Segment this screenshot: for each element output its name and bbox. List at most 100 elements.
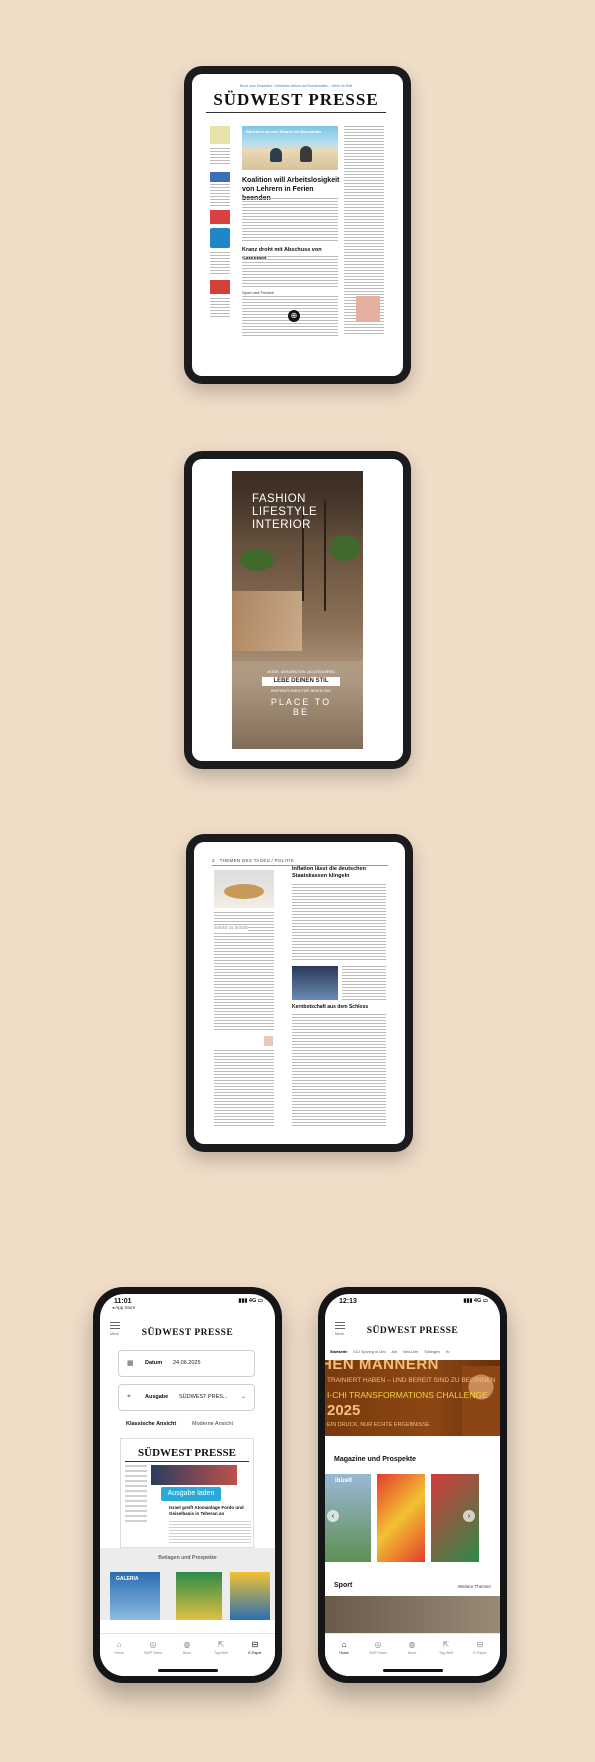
compass-icon: ⇱ — [217, 1640, 225, 1649]
photo-caption: Rückkehr an den Strand der Normandie — [246, 129, 322, 134]
view-modern-tab[interactable]: Moderne Ansicht — [192, 1421, 233, 1427]
tab-category[interactable]: Neu-Ulm — [403, 1350, 418, 1354]
video-icon: ◎ — [149, 1640, 157, 1649]
page-header: 2 · THEMEN DES TAGES / POLITIK — [212, 858, 295, 863]
tab-label: Neue — [182, 1651, 192, 1655]
date-value: 24.06.2025 — [173, 1360, 201, 1366]
news-icon: ◍ — [408, 1640, 416, 1649]
network-label: 4G — [248, 1298, 257, 1304]
ad-box — [210, 228, 230, 248]
video-icon: ◎ — [374, 1640, 382, 1649]
thumb-text — [169, 1521, 251, 1545]
zeppelin-photo — [214, 870, 274, 908]
ad-subline: INSPIRATIONEN FÜR JEDEN TAG — [270, 689, 332, 693]
edition-value: SÜDWEST PRES... — [179, 1394, 228, 1400]
tab-category[interactable]: Kr — [446, 1350, 450, 1354]
date-label: Datum — [145, 1360, 163, 1366]
ad-box — [210, 126, 230, 144]
tab-label: E-Paper — [473, 1651, 487, 1655]
newspaper-page[interactable]: 2 · THEMEN DES TAGES / POLITIK Schritt z… — [212, 858, 388, 1130]
calendar-icon: ▦ — [127, 1360, 134, 1367]
zoom-icon[interactable]: ⊕ — [288, 310, 300, 322]
beach-photo: Rückkehr an den Strand der Normandie — [242, 126, 338, 170]
tab-news[interactable]: ◍ Neue — [397, 1640, 427, 1655]
banner-line: EIN DRUCK, NUR ECHTE ERGEBNISSE — [327, 1422, 430, 1428]
tab-startseite[interactable]: Startseite — [330, 1350, 347, 1354]
masthead: SÜDWEST PRESSE — [213, 90, 379, 109]
text-block — [210, 184, 230, 206]
tab-tagwelt[interactable]: ⇱ Tag-Welt — [206, 1640, 236, 1655]
supplement-cover[interactable]: GALERIA — [110, 1572, 160, 1620]
book-icon: ⊟ — [251, 1640, 259, 1649]
edition-label: Ausgabe — [145, 1394, 169, 1400]
text-block — [210, 298, 230, 318]
tab-tagwelt[interactable]: ⇱ Tag-Welt — [431, 1640, 461, 1655]
tab-video[interactable]: ◎ SWP Video — [363, 1640, 393, 1655]
bottom-tab-bar: ⌂ Home ◎ SWP Video ◍ Neue ⇱ Tag-Welt ⊟ E-Pape… — [325, 1633, 500, 1676]
magazine-label: ibizelt — [335, 1478, 353, 1484]
tab-category[interactable]: ICU Sprzing in Ulm — [353, 1350, 385, 1354]
tab-video[interactable]: ◎ SWP Video — [138, 1640, 168, 1655]
tab-category[interactable]: Tübingen — [424, 1350, 440, 1354]
divider — [125, 1461, 249, 1462]
sport-image[interactable] — [325, 1596, 500, 1636]
chevron-right-icon[interactable]: › — [463, 1510, 475, 1522]
compass-icon: ⇱ — [442, 1640, 450, 1649]
ad-box — [210, 172, 230, 182]
tablet-epaper-frontpage: Rund ums Einkaufen: Gutschein-Aktion auf… — [184, 66, 411, 384]
phone-epaper-app: 11:01 ◂ App Store ▮▮▮ 4G ▭ Menü SÜDWEST … — [93, 1287, 282, 1683]
supplement-cover[interactable] — [176, 1572, 222, 1620]
phone-screen: 12:13 ▮▮▮ 4G ▭ Menü SÜDWEST PRESSE Start… — [325, 1294, 500, 1676]
portrait-photo — [292, 966, 338, 1000]
article-text — [342, 966, 386, 1000]
supplements-title: Beilagen und Prospekte — [158, 1555, 217, 1561]
home-indicator — [382, 1669, 443, 1672]
title-line: INTERIOR — [252, 519, 311, 531]
article-text — [242, 198, 338, 242]
headline-main[interactable]: Inflation lässt die deutschen Staatskass… — [292, 866, 386, 880]
magazine-cover[interactable]: ibizelt ‹ — [325, 1474, 371, 1562]
clothing-rack — [232, 591, 302, 651]
view-classic-tab[interactable]: Klassische Ansicht — [126, 1421, 176, 1427]
ad-banner[interactable]: HEN MÄNNERN TRAINIERT HABEN – UND BEREIT… — [325, 1360, 500, 1436]
load-issue-button[interactable]: Ausgabe laden — [161, 1487, 221, 1501]
fashion-ad[interactable]: FASHION LIFESTYLE INTERIOR MODE, DEKORAT… — [232, 471, 363, 749]
text-block — [210, 252, 230, 274]
tab-home[interactable]: ⌂ Home — [329, 1640, 359, 1655]
shelf-pole — [324, 501, 326, 611]
banner-line: I-CHI TRANSFORMATIONS CHALLENGE — [327, 1390, 488, 1400]
signal-indicator: ▮▮▮ 4G ▭ — [238, 1298, 263, 1304]
tab-category[interactable]: Alb — [392, 1350, 398, 1354]
plant-icon — [330, 535, 360, 561]
magazine-cover[interactable] — [377, 1474, 425, 1562]
chevron-left-icon[interactable]: ‹ — [327, 1510, 339, 1522]
tab-epaper[interactable]: ⊟ E-Paper — [465, 1640, 495, 1655]
supplement-cover[interactable] — [230, 1572, 270, 1620]
tab-label: E-Paper — [248, 1651, 262, 1655]
tab-label: Tag-Welt — [213, 1651, 229, 1655]
edition-select[interactable]: ⌖ Ausgabe SÜDWEST PRES... ⌄ — [118, 1384, 255, 1411]
back-to-app-store[interactable]: ◂ App Store — [112, 1305, 135, 1311]
tab-epaper[interactable]: ⊟ E-Paper — [240, 1640, 270, 1655]
issue-thumbnail[interactable]: SÜDWEST PRESSE Ausgabe laden Israel grei… — [120, 1438, 254, 1548]
person-figure — [300, 146, 312, 162]
text-block — [210, 148, 230, 166]
tab-news[interactable]: ◍ Neue — [172, 1640, 202, 1655]
category-tabs: Startseite ICU Sprzing in Ulm Alb Neu-Ul… — [330, 1350, 500, 1359]
app-masthead: SÜDWEST PRESSE — [141, 1328, 234, 1338]
home-icon: ⌂ — [116, 1640, 122, 1649]
tablet-screen: 2 · THEMEN DES TAGES / POLITIK Schritt z… — [194, 842, 405, 1144]
title-line: LIFESTYLE — [252, 506, 318, 518]
headline-secondary[interactable]: Kernbotschaft aus dem Schloss — [292, 1004, 386, 1011]
newspaper-page[interactable]: Rund ums Einkaufen: Gutschein-Aktion auf… — [206, 84, 386, 364]
section-label: Sport und Freizeit — [242, 290, 274, 295]
article-text — [214, 1050, 274, 1128]
date-field[interactable]: ▦ Datum 24.06.2025 — [118, 1350, 255, 1377]
divider — [206, 112, 386, 113]
magazine-cover[interactable]: › — [431, 1474, 479, 1562]
sport-title: Sport — [334, 1582, 353, 1589]
tab-home[interactable]: ⌂ Home — [104, 1640, 134, 1655]
more-topics-link[interactable]: Weitere Themen — [458, 1584, 491, 1589]
supplements-section: Beilagen und Prospekte GALERIA — [100, 1548, 275, 1620]
status-bar: 12:13 ▮▮▮ 4G ▭ — [325, 1294, 500, 1312]
